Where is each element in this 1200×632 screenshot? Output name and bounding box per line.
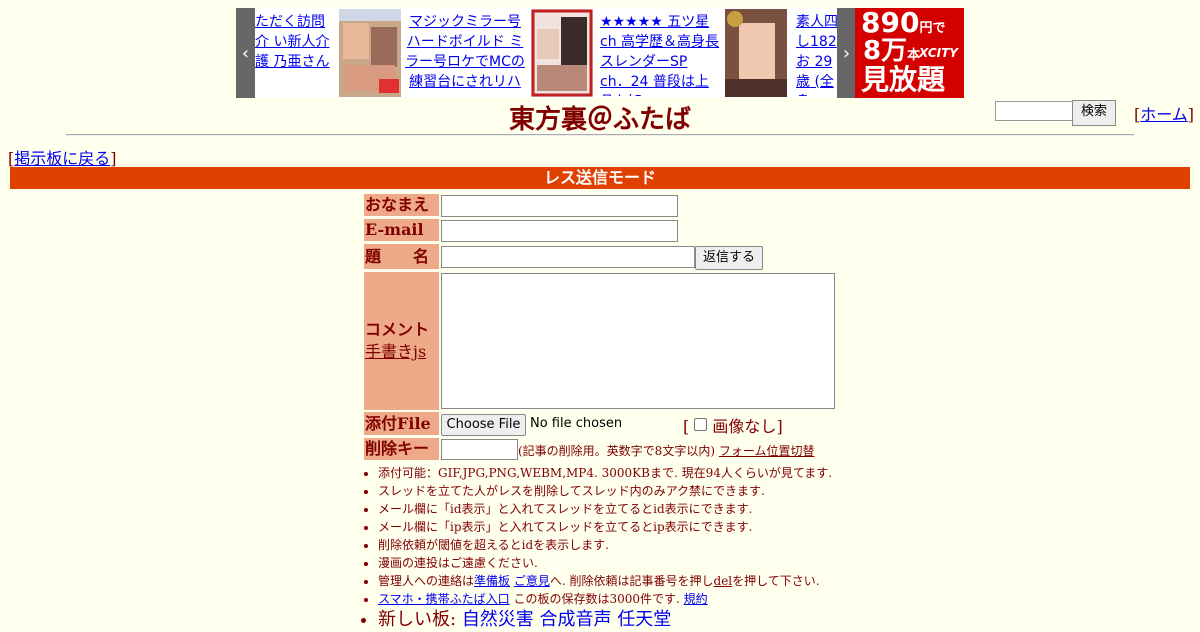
board-link-synth-voice[interactable]: 合成音声 [540,609,612,630]
delete-key-field[interactable] [441,439,518,460]
list-item: 添付可能：GIF,JPG,PNG,WEBM,MP4. 3000KBまで. 現在9… [378,464,898,482]
no-image-wrapper: [ 画像なし] [683,417,783,436]
form-position-link[interactable]: フォーム位置切替 [719,444,815,458]
choose-file-button[interactable]: Choose File [441,414,526,436]
note-text: を押して下さい. [732,574,820,588]
back-link-wrapper: [掲示板に戻る] [8,149,117,168]
list-item: スマホ・携帯ふたば入口 この板の保存数は3000件です. 規約 [378,590,898,608]
home-link[interactable]: ホーム [1140,105,1188,124]
subject-field[interactable] [441,246,695,268]
list-item: 漫画の連投はご遠慮ください. [378,554,898,572]
board-link-nintendo[interactable]: 任天堂 [617,609,671,630]
list-item: 管理人への連絡は準備板 ご意見へ. 削除依頼は記事番号を押しdelを押して下さい… [378,572,898,590]
note-text: この板の保存数は3000件です. [513,592,680,606]
promo-brand: XCITY [919,46,958,60]
list-item: メール欄に「ip表示」と入れてスレッドを立てるとip表示にできます. [378,518,898,536]
reply-mode-bar: レス送信モード [10,167,1190,189]
mobile-entrance-link[interactable]: スマホ・携帯ふたば入口 [378,592,510,606]
ad-text-1[interactable]: ただく訪問介 い新人介護 乃亜さん [255,12,337,96]
name-label: おなまえ [364,194,439,216]
list-item: スレッドを立てた人がレスを削除してスレッド内のみアク禁にできます. [378,482,898,500]
subject-label: 題 名 [364,244,439,269]
file-label: 添付File [364,412,439,435]
board-link-disaster[interactable]: 自然災害 [462,609,534,630]
ad-text-3[interactable]: ★★★★★ 五ツ星ch 高学歴＆高身長スレンダーSP ch．24 普段は上品な知 [600,12,720,96]
email-field[interactable] [441,220,678,242]
promo-unit: 円で [919,21,946,36]
junbi-board-link[interactable]: 準備板 [474,574,510,588]
divider [66,134,1134,136]
delete-key-note: (記事の削除用。英数字で8文字以内) [518,444,715,458]
file-status: No file chosen [530,416,623,431]
ad-thumbnail-1[interactable] [339,9,401,97]
promo-price: 890 [861,8,920,39]
banner-next-arrow-icon[interactable]: › [837,8,856,98]
comment-label: コメント [365,320,430,339]
no-image-label: 画像なし [712,417,777,436]
no-image-checkbox[interactable] [694,418,708,431]
ad-thumbnail-2[interactable] [531,9,593,97]
promo-tagline: 見放題 [861,63,946,96]
rules-link[interactable]: 規約 [684,592,708,606]
delete-key-note-wrapper: (記事の削除用。英数字で8文字以内) フォーム位置切替 [518,442,814,459]
name-field[interactable] [441,195,678,217]
handwrite-link[interactable]: 手書きjs [365,342,426,362]
feedback-link[interactable]: ご意見 [514,574,550,588]
ad-banner: ‹ ただく訪問介 い新人介護 乃亜さん マジックミラー号ハードボイルド ミラー号… [236,8,838,98]
search-input[interactable] [995,101,1073,121]
note-text: 管理人への連絡は [378,574,475,588]
note-text: へ. 削除依頼は記事番号を押し [549,574,714,588]
ad-text-4[interactable]: 素人四 し182 お 29歳 (全身 [796,12,838,96]
email-label: E-mail [364,219,439,241]
delete-key-label: 削除キー [364,438,439,460]
home-link-wrapper: [ホーム] [1134,105,1195,124]
search-button[interactable]: 検索 [1072,100,1116,126]
new-boards-label: 新しい板: [378,609,457,630]
comment-label-cell: コメント 手書きjs [364,272,439,410]
list-item: 新しい板: 自然災害 合成音声 任天堂 [378,608,898,632]
ad-thumbnail-3[interactable] [725,9,787,97]
list-item: 削除依頼が閾値を超えるとidを表示します. [378,536,898,554]
del-link[interactable]: del [714,574,733,588]
banner-prev-arrow-icon[interactable]: ‹ [236,8,255,98]
ad-text-2[interactable]: マジックミラー号ハードボイルド ミラー号ロケでMCの練習台にされリハ [404,12,526,96]
comment-textarea[interactable] [441,273,835,409]
list-item: メール欄に「id表示」と入れてスレッドを立てるとid表示にできます. [378,500,898,518]
submit-reply-button[interactable]: 返信する [695,246,763,270]
board-notes: 添付可能：GIF,JPG,PNG,WEBM,MP4. 3000KBまで. 現在9… [360,464,898,632]
back-to-board-link[interactable]: 掲示板に戻る [14,149,110,168]
promo-count: 8万 [863,36,908,66]
promo-ad[interactable]: 890円で 8万本 XCITY 見放題 [855,8,964,98]
